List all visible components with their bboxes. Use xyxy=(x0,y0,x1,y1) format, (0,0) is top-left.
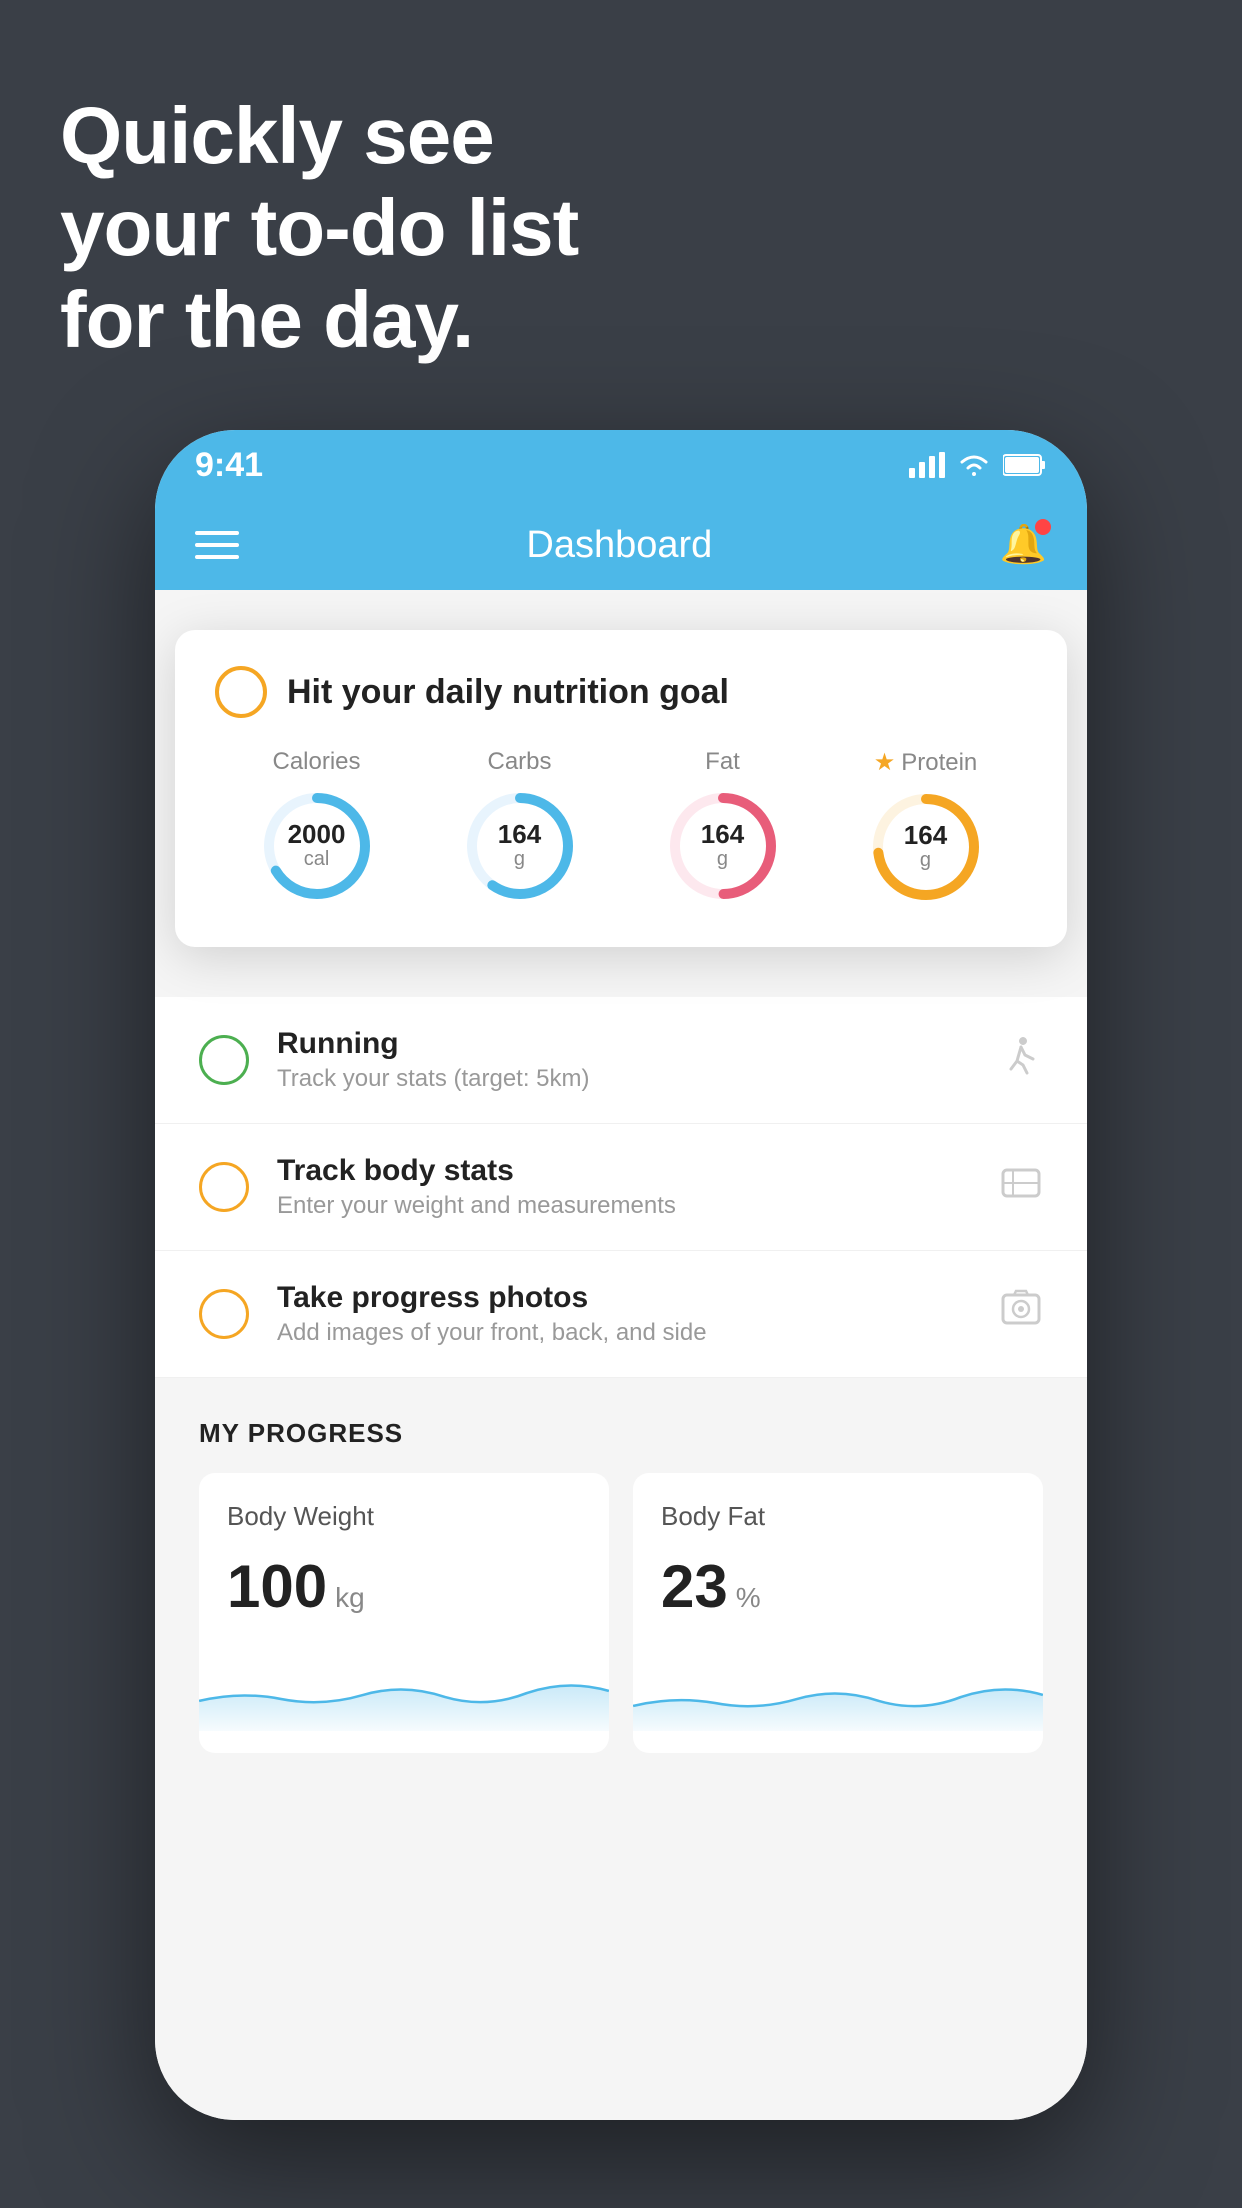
body-weight-card[interactable]: Body Weight 100 kg xyxy=(199,1473,609,1753)
fat-label: Fat xyxy=(705,748,740,776)
protein-label: ★ Protein xyxy=(874,748,978,777)
body-fat-unit: % xyxy=(736,1582,761,1614)
app-header: Dashboard 🔔 xyxy=(155,500,1087,590)
todo-sub-running: Track your stats (target: 5km) xyxy=(277,1065,971,1093)
todo-circle-photos xyxy=(199,1289,249,1339)
todo-sub-body-stats: Enter your weight and measurements xyxy=(277,1192,971,1220)
fat-unit: g xyxy=(701,847,744,871)
todo-item-photos[interactable]: Take progress photos Add images of your … xyxy=(155,1251,1087,1378)
nutrition-card: Hit your daily nutrition goal Calories 2… xyxy=(175,630,1067,947)
calories-unit: cal xyxy=(288,847,346,871)
body-weight-chart xyxy=(199,1651,609,1731)
protein-value: 164 xyxy=(904,822,947,848)
todo-circle-running xyxy=(199,1035,249,1085)
todo-title-running: Running xyxy=(277,1027,971,1061)
hero-headline: Quickly see your to-do list for the day. xyxy=(60,90,578,366)
running-icon xyxy=(999,1033,1043,1087)
carbs-donut: 164 g xyxy=(460,786,580,906)
calories-label: Calories xyxy=(272,748,360,776)
todo-item-body-stats[interactable]: Track body stats Enter your weight and m… xyxy=(155,1124,1087,1251)
carbs-value: 164 xyxy=(498,821,541,847)
body-weight-unit: kg xyxy=(335,1582,365,1614)
todo-text-running: Running Track your stats (target: 5km) xyxy=(277,1027,971,1093)
carbs-label: Carbs xyxy=(487,748,551,776)
progress-section-label: MY PROGRESS xyxy=(199,1418,1043,1449)
nutrition-protein: ★ Protein 164 g xyxy=(866,748,986,907)
notification-bell[interactable]: 🔔 xyxy=(1000,523,1047,567)
todo-list: Running Track your stats (target: 5km) T… xyxy=(155,997,1087,1378)
content-area: THINGS TO DO TODAY Hit your daily nutrit… xyxy=(155,590,1087,2120)
body-weight-number: 100 xyxy=(227,1552,327,1621)
protein-donut: 164 g xyxy=(866,787,986,907)
body-stats-icon xyxy=(999,1160,1043,1214)
nutrition-calories: Calories 2000 cal xyxy=(257,748,377,906)
nutrition-carbs: Carbs 164 g xyxy=(460,748,580,906)
body-fat-chart xyxy=(633,1651,1043,1731)
body-fat-card[interactable]: Body Fat 23 % xyxy=(633,1473,1043,1753)
calories-donut: 2000 cal xyxy=(257,786,377,906)
hamburger-menu[interactable] xyxy=(195,531,239,559)
signal-icon xyxy=(909,452,945,478)
phone-mockup: 9:41 D xyxy=(155,430,1087,2120)
battery-icon xyxy=(1003,453,1047,477)
body-fat-title: Body Fat xyxy=(661,1501,1015,1532)
star-icon: ★ xyxy=(874,748,896,777)
todo-circle-body-stats xyxy=(199,1162,249,1212)
todo-text-photos: Take progress photos Add images of your … xyxy=(277,1281,971,1347)
nutrition-fat: Fat 164 g xyxy=(663,748,783,906)
status-bar: 9:41 xyxy=(155,430,1087,500)
todo-sub-photos: Add images of your front, back, and side xyxy=(277,1319,971,1347)
wifi-icon xyxy=(957,452,991,478)
carbs-unit: g xyxy=(498,847,541,871)
nutrition-check-circle[interactable] xyxy=(215,666,267,718)
progress-cards: Body Weight 100 kg xyxy=(199,1473,1043,1753)
nutrition-row: Calories 2000 cal Carbs xyxy=(215,748,1027,907)
nutrition-card-title: Hit your daily nutrition goal xyxy=(287,673,729,712)
todo-title-body-stats: Track body stats xyxy=(277,1154,971,1188)
body-fat-number: 23 xyxy=(661,1552,728,1621)
status-time: 9:41 xyxy=(195,446,263,485)
todo-title-photos: Take progress photos xyxy=(277,1281,971,1315)
body-weight-title: Body Weight xyxy=(227,1501,581,1532)
calories-value: 2000 xyxy=(288,821,346,847)
notification-dot xyxy=(1035,519,1051,535)
todo-item-running[interactable]: Running Track your stats (target: 5km) xyxy=(155,997,1087,1124)
protein-unit: g xyxy=(904,848,947,872)
fat-value: 164 xyxy=(701,821,744,847)
status-icons xyxy=(909,452,1047,478)
progress-section: MY PROGRESS Body Weight 100 kg xyxy=(155,1378,1087,1773)
photos-icon xyxy=(999,1287,1043,1341)
fat-donut: 164 g xyxy=(663,786,783,906)
body-fat-value-row: 23 % xyxy=(661,1552,1015,1621)
header-title: Dashboard xyxy=(526,524,712,567)
todo-text-body-stats: Track body stats Enter your weight and m… xyxy=(277,1154,971,1220)
body-weight-value-row: 100 kg xyxy=(227,1552,581,1621)
